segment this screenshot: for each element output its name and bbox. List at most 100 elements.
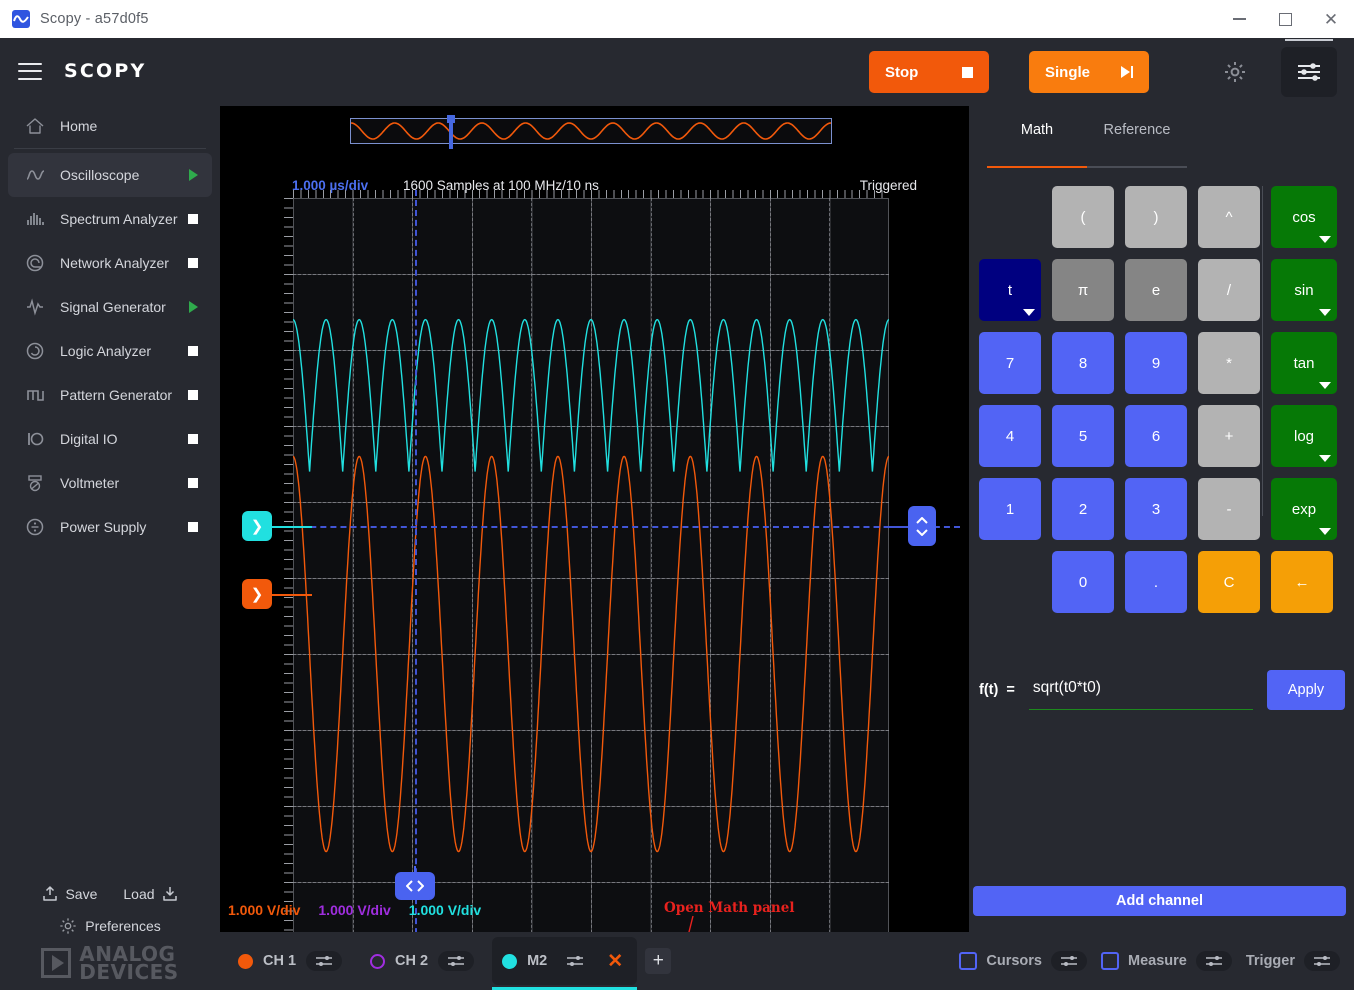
channel-m2[interactable]: M2 ✕	[492, 937, 638, 990]
channel-ch2[interactable]: CH 2	[360, 937, 484, 985]
chevron-down-icon[interactable]	[1319, 309, 1331, 316]
key-label: π	[1077, 281, 1089, 299]
chevron-down-icon[interactable]	[1319, 528, 1331, 535]
key-rparen[interactable]: )	[1125, 186, 1187, 248]
key-cos[interactable]: cos	[1271, 186, 1337, 248]
sidebar-item-voltmeter[interactable]: Voltmeter	[8, 461, 212, 505]
cursors-settings-button[interactable]	[1051, 951, 1087, 971]
save-upload-icon	[43, 886, 58, 901]
channel-settings-button[interactable]	[306, 951, 343, 971]
trigger-position-handle[interactable]	[395, 872, 435, 900]
trigger-label: Trigger	[1245, 953, 1295, 969]
trigger-level-cursor[interactable]	[260, 526, 960, 528]
sidebar-item-spectrum-analyzer[interactable]: Spectrum Analyzer	[8, 197, 212, 241]
m2-offset-handle[interactable]: ❯	[242, 511, 272, 541]
ch1-offset-handle[interactable]: ❯	[242, 579, 272, 609]
function-input[interactable]	[1028, 670, 1253, 710]
key-4[interactable]: 4	[979, 405, 1041, 467]
add-math-channel-button[interactable]: +	[645, 948, 672, 974]
save-button[interactable]: Save	[41, 885, 97, 903]
sidebar-item-digital-io[interactable]: Digital IO	[8, 417, 212, 461]
key-9[interactable]: 9	[1125, 332, 1187, 394]
tab-reference[interactable]: Reference	[1087, 122, 1187, 150]
sidebar-item-oscilloscope[interactable]: Oscilloscope	[8, 153, 212, 197]
channel-name-label: M2	[527, 953, 548, 969]
sidebar-item-home[interactable]: Home	[8, 104, 212, 148]
key-8[interactable]: 8	[1052, 332, 1114, 394]
cursors-group: Cursors	[959, 951, 1087, 971]
key-6[interactable]: 6	[1125, 405, 1187, 467]
channel-settings-button[interactable]	[557, 951, 594, 971]
key-C[interactable]: C	[1198, 551, 1260, 613]
close-channel-button[interactable]: ✕	[603, 949, 627, 973]
channel-ch1[interactable]: CH 1	[228, 937, 352, 985]
window-controls: ✕	[1216, 0, 1354, 38]
key-2[interactable]: 2	[1052, 478, 1114, 540]
measure-settings-button[interactable]	[1195, 951, 1232, 971]
overview-position-marker[interactable]	[447, 115, 456, 149]
save-label: Save	[65, 885, 98, 902]
trigger-level-handle[interactable]	[908, 506, 936, 546]
sidebar-item-network-analyzer[interactable]: Network Analyzer	[8, 241, 212, 285]
volts-per-div-row: 1.000 V/div 1.000 V/div 1.000 V/div	[228, 902, 481, 918]
chevron-down-icon[interactable]	[1023, 309, 1035, 316]
chevron-down-icon[interactable]	[1319, 455, 1331, 462]
key-lparen[interactable]: (	[1052, 186, 1114, 248]
waveform-overview-strip[interactable]	[350, 115, 832, 149]
key-dot[interactable]: .	[1125, 551, 1187, 613]
adi-triangle-icon	[41, 948, 72, 979]
load-button[interactable]: Load	[123, 885, 178, 903]
oscilloscope-plot-area[interactable]: 1.000 µs/div 1600 Samples at 100 MHz/10 …	[220, 106, 969, 990]
general-settings-gear-button[interactable]	[1219, 56, 1251, 88]
sidebar-item-signal-generator[interactable]: Signal Generator	[8, 285, 212, 329]
bottom-channel-bar: CH 1 CH 2 M2 ✕ + Cursors Measure Trigger	[220, 932, 1354, 990]
key-0[interactable]: 0	[1052, 551, 1114, 613]
close-button[interactable]: ✕	[1308, 0, 1354, 38]
channel-settings-button[interactable]	[438, 951, 475, 971]
key-log[interactable]: log	[1271, 405, 1337, 467]
key-e[interactable]: e	[1125, 259, 1187, 321]
measure-checkbox[interactable]	[1101, 952, 1119, 970]
key-divide[interactable]: /	[1198, 259, 1260, 321]
trigger-settings-button[interactable]	[1304, 951, 1340, 971]
run-stop-button[interactable]: Stop	[869, 51, 989, 93]
plot-grid[interactable]	[293, 198, 889, 958]
key-caret[interactable]: ^	[1198, 186, 1260, 248]
key-t[interactable]: t	[979, 259, 1041, 321]
key-3[interactable]: 3	[1125, 478, 1187, 540]
add-channel-button[interactable]: Add channel	[973, 886, 1346, 916]
tab-underline-rail	[987, 166, 1187, 168]
hamburger-menu-icon[interactable]	[18, 62, 42, 80]
key-multiply[interactable]: *	[1198, 332, 1260, 394]
key-backspace[interactable]: ←	[1271, 551, 1333, 613]
tab-math[interactable]: Math	[987, 122, 1087, 150]
chevron-down-icon[interactable]	[1319, 236, 1331, 243]
key-5[interactable]: 5	[1052, 405, 1114, 467]
save-load-row: Save Load	[0, 877, 220, 911]
instrument-settings-button[interactable]	[1281, 39, 1337, 97]
key-pi[interactable]: π	[1052, 259, 1114, 321]
key-label: cos	[1292, 208, 1316, 226]
minimize-button[interactable]	[1216, 0, 1262, 38]
key-1[interactable]: 1	[979, 478, 1041, 540]
key-sin[interactable]: sin	[1271, 259, 1337, 321]
sidebar-item-pattern-generator[interactable]: Pattern Generator	[8, 373, 212, 417]
single-button[interactable]: Single	[1029, 51, 1149, 93]
key-plus[interactable]: +	[1198, 405, 1260, 467]
chevron-down-icon[interactable]	[1319, 382, 1331, 389]
app-logo-icon	[12, 10, 30, 28]
key-exp[interactable]: exp	[1271, 478, 1337, 540]
trigger-position-cursor[interactable]	[415, 190, 417, 974]
key-label: +	[1224, 427, 1234, 445]
sidebar-item-logic-analyzer[interactable]: Logic Analyzer	[8, 329, 212, 373]
key-tan[interactable]: tan	[1271, 332, 1337, 394]
cursors-checkbox[interactable]	[959, 952, 978, 970]
maximize-button[interactable]	[1262, 0, 1308, 38]
sidebar-item-power-supply[interactable]: Power Supply	[8, 505, 212, 549]
key-label: (	[1080, 208, 1086, 226]
key-label: ^	[1225, 208, 1233, 226]
key-minus[interactable]: -	[1198, 478, 1260, 540]
apply-button[interactable]: Apply	[1267, 670, 1345, 710]
preferences-button[interactable]: Preferences	[0, 911, 220, 941]
key-7[interactable]: 7	[979, 332, 1041, 394]
